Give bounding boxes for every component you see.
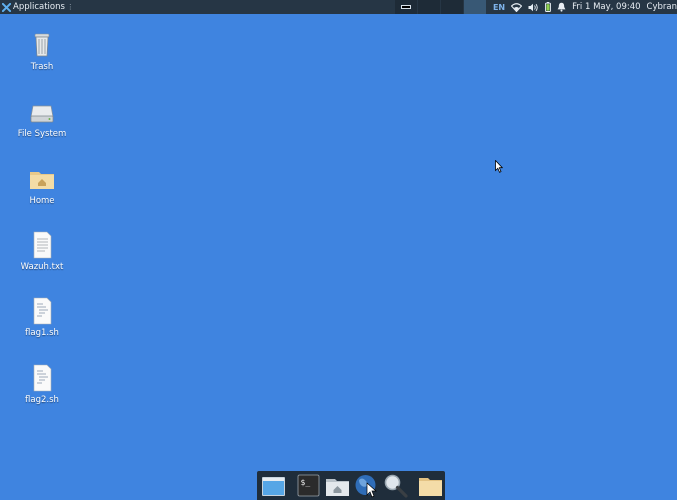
workspace-switcher[interactable]: [394, 0, 487, 14]
workspace-3[interactable]: [440, 0, 463, 14]
home-folder-icon: [326, 479, 349, 496]
desktop-icon-flag1-sh[interactable]: flag1.sh: [10, 297, 74, 338]
terminal-icon: $_: [297, 474, 320, 497]
desktop-icon-file-system[interactable]: File System: [10, 98, 74, 139]
dock-search[interactable]: [382, 472, 409, 499]
script-file-icon: [33, 297, 52, 325]
dock-web-browser[interactable]: [353, 472, 380, 499]
dock-home-folder[interactable]: [324, 472, 351, 499]
panel-handle-icon: ⋮: [66, 3, 74, 11]
web-browser-icon: [355, 475, 377, 498]
desktop-icon-flag2-sh[interactable]: flag2.sh: [10, 364, 74, 405]
applications-label: Applications: [13, 2, 65, 12]
desktop-icon-label: Home: [29, 196, 55, 206]
script-file-icon: [33, 364, 52, 392]
notification-bell-icon[interactable]: [557, 2, 566, 12]
battery-icon[interactable]: [545, 2, 552, 12]
desktop-icon-trash[interactable]: Trash: [10, 31, 74, 72]
dock-show-desktop[interactable]: [260, 472, 287, 499]
svg-text:$_: $_: [301, 478, 311, 487]
desktop-icon-label: flag2.sh: [25, 395, 59, 405]
folder-icon: [419, 478, 442, 496]
wifi-icon[interactable]: [511, 2, 523, 12]
dock-files[interactable]: [417, 472, 444, 499]
dock-terminal[interactable]: $_: [295, 472, 322, 499]
keyboard-layout-indicator[interactable]: EN: [493, 3, 505, 12]
top-panel: Applications ⋮ EN Fri 1 May, 09:40 Cybra…: [0, 0, 677, 14]
workspace-2[interactable]: [417, 0, 440, 14]
drive-icon: [30, 105, 54, 123]
show-desktop-icon: [262, 477, 285, 496]
xfce-logo-icon: [2, 2, 11, 12]
search-icon: [384, 474, 408, 498]
window-preview: [400, 5, 411, 9]
mouse-pointer-icon: [495, 160, 503, 173]
desktop-icon-label: Trash: [30, 62, 54, 72]
text-file-icon: [33, 231, 52, 259]
system-tray: EN Fri 1 May, 09:40 Cybran: [493, 0, 677, 14]
applications-menu-button[interactable]: Applications ⋮: [0, 0, 77, 14]
user-menu[interactable]: Cybran: [647, 2, 677, 12]
desktop-icon-wazuh-txt[interactable]: Wazuh.txt: [10, 231, 74, 272]
desktop-icon-label: flag1.sh: [25, 328, 59, 338]
workspace-1[interactable]: [394, 0, 417, 14]
desktop-icon-label: Wazuh.txt: [20, 262, 64, 272]
dock-panel: $_: [257, 471, 445, 500]
volume-icon[interactable]: [528, 3, 539, 12]
desktop-icon-home[interactable]: Home: [10, 165, 74, 206]
clock[interactable]: Fri 1 May, 09:40: [572, 2, 640, 12]
desktop-icon-label: File System: [17, 129, 67, 139]
trash-icon: [34, 33, 50, 57]
home-folder-icon: [30, 172, 54, 189]
workspace-4[interactable]: [463, 0, 486, 14]
